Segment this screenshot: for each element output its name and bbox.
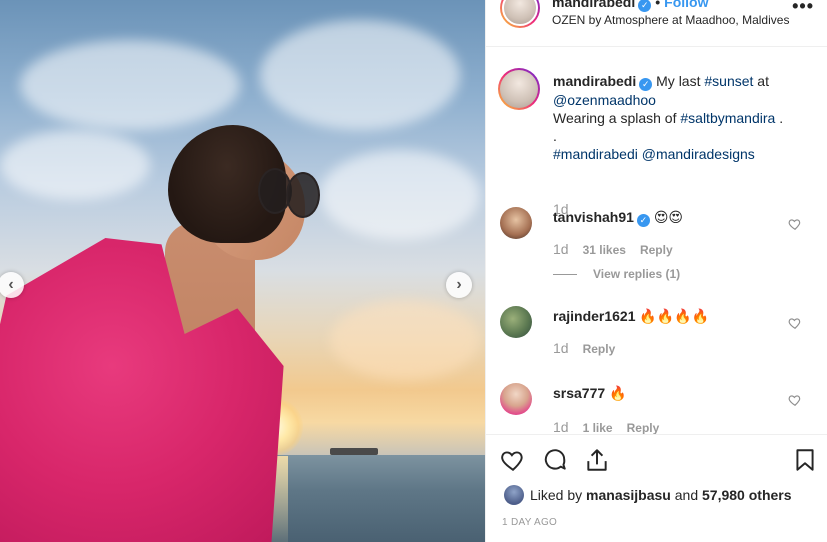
bookmark-icon[interactable] bbox=[792, 447, 818, 473]
comment-heart-icon[interactable] bbox=[788, 217, 802, 231]
cloud bbox=[20, 40, 240, 130]
comment-row: srsa777 🔥 1d 1 like Reply bbox=[486, 383, 827, 434]
post-actions: Liked by manasijbasu and 57,980 others 1… bbox=[486, 434, 827, 542]
heart-icon[interactable] bbox=[500, 447, 526, 473]
follow-button[interactable]: Follow bbox=[664, 0, 708, 10]
person-pink-shirt bbox=[0, 238, 284, 542]
cloud bbox=[260, 20, 460, 130]
view-replies-label: View replies (1) bbox=[593, 267, 681, 281]
reply-button[interactable]: Reply bbox=[627, 421, 660, 434]
comment-body: 😍😍 bbox=[653, 209, 684, 225]
sunglasses bbox=[258, 168, 322, 220]
caption-username[interactable]: mandirabedi bbox=[553, 73, 636, 89]
comment-heart-icon[interactable] bbox=[788, 316, 802, 330]
comment-likes[interactable]: 31 likes bbox=[583, 243, 626, 257]
comment-text: rajinder1621 🔥🔥🔥🔥 bbox=[553, 307, 793, 325]
comment-body: 🔥🔥🔥🔥 bbox=[639, 308, 710, 324]
location-link[interactable]: OZEN by Atmosphere at Maadhoo, Maldives bbox=[552, 13, 789, 27]
post-header: mandirabedi ✓ • Follow OZEN by Atmosphere a… bbox=[486, 0, 827, 47]
comment-likes[interactable]: 1 like bbox=[583, 421, 613, 434]
comment-heart-icon[interactable] bbox=[788, 393, 802, 407]
reply-button[interactable]: Reply bbox=[640, 243, 673, 257]
author-line: mandirabedi ✓ • Follow bbox=[552, 0, 708, 12]
hashtag-link[interactable]: #sunset bbox=[704, 73, 753, 89]
hashtag-link[interactable]: #mandirabedi bbox=[553, 146, 638, 162]
cloud bbox=[0, 130, 150, 200]
liked-prefix: Liked by bbox=[530, 487, 587, 503]
comment-text: srsa777 🔥 bbox=[553, 384, 793, 402]
comment-username[interactable]: tanvishah91 bbox=[553, 209, 634, 225]
ship bbox=[330, 448, 378, 455]
cloud bbox=[330, 300, 480, 380]
liker-avatar[interactable] bbox=[504, 485, 524, 505]
commenter-avatar[interactable] bbox=[500, 383, 532, 415]
cloud bbox=[320, 150, 480, 240]
caption: mandirabedi ✓ My last #sunset at @ozenmaa… bbox=[486, 68, 827, 217]
comment-time[interactable]: 1d bbox=[553, 340, 569, 356]
caption-text-part: My last bbox=[656, 73, 705, 89]
author-username[interactable]: mandirabedi bbox=[552, 0, 635, 10]
commenter-avatar[interactable] bbox=[500, 207, 532, 239]
liker-username[interactable]: manasijbasu bbox=[586, 487, 671, 503]
caption-text-part: . bbox=[775, 110, 784, 126]
more-options-icon[interactable]: ••• bbox=[792, 0, 814, 17]
verified-badge-icon: ✓ bbox=[638, 0, 652, 12]
comment-row: rajinder1621 🔥🔥🔥🔥 1d Reply bbox=[486, 306, 827, 366]
comment-username[interactable]: srsa777 bbox=[553, 385, 605, 401]
reply-button[interactable]: Reply bbox=[583, 342, 616, 356]
comment-text: tanvishah91 ✓ 😍😍 bbox=[553, 208, 793, 227]
comment-time[interactable]: 1d bbox=[553, 241, 569, 257]
liked-by-line: Liked by manasijbasu and 57,980 others bbox=[504, 485, 792, 505]
comment-body: 🔥 bbox=[609, 385, 627, 401]
comment-meta: 1d 1 like Reply bbox=[553, 419, 659, 434]
comments-list[interactable]: mandirabedi ✓ My last #sunset at @ozenmaa… bbox=[486, 48, 827, 434]
verified-badge-icon: ✓ bbox=[639, 78, 653, 91]
mention-link[interactable]: @mandiradesigns bbox=[642, 146, 755, 162]
separator-dot: • bbox=[655, 0, 661, 10]
post-timestamp[interactable]: 1 DAY AGO bbox=[502, 517, 557, 528]
liked-mid: and bbox=[670, 487, 703, 503]
hashtag-link[interactable]: #saltbymandira bbox=[680, 110, 775, 126]
author-avatar[interactable] bbox=[500, 0, 540, 28]
next-photo-button[interactable]: › bbox=[446, 272, 472, 298]
comment-row: tanvishah91 ✓ 😍😍 1d 31 likes Reply View rep… bbox=[486, 205, 827, 285]
comment-time[interactable]: 1d bbox=[553, 419, 569, 434]
caption-text: mandirabedi ✓ My last #sunset at @ozenmaa… bbox=[553, 72, 793, 163]
commenter-avatar[interactable] bbox=[500, 306, 532, 338]
caption-text-part: Wearing a splash of bbox=[553, 110, 681, 126]
mention-link[interactable]: @ozenmaadhoo bbox=[553, 92, 656, 108]
verified-badge-icon: ✓ bbox=[636, 214, 650, 227]
author-avatar[interactable] bbox=[498, 68, 540, 110]
likes-count[interactable]: 57,980 others bbox=[702, 487, 792, 503]
caption-text-part: at bbox=[753, 73, 769, 89]
caption-dot-line: . bbox=[553, 128, 557, 144]
post-side-panel: mandirabedi ✓ • Follow OZEN by Atmosphere a… bbox=[485, 0, 827, 542]
comment-meta: 1d Reply bbox=[553, 340, 615, 356]
post-photo[interactable]: ‹ › bbox=[0, 0, 485, 542]
comment-meta: 1d 31 likes Reply bbox=[553, 241, 673, 257]
comment-icon[interactable] bbox=[542, 447, 568, 473]
share-icon[interactable] bbox=[584, 447, 610, 473]
comment-username[interactable]: rajinder1621 bbox=[553, 308, 636, 324]
view-replies-button[interactable]: View replies (1) bbox=[553, 267, 680, 281]
